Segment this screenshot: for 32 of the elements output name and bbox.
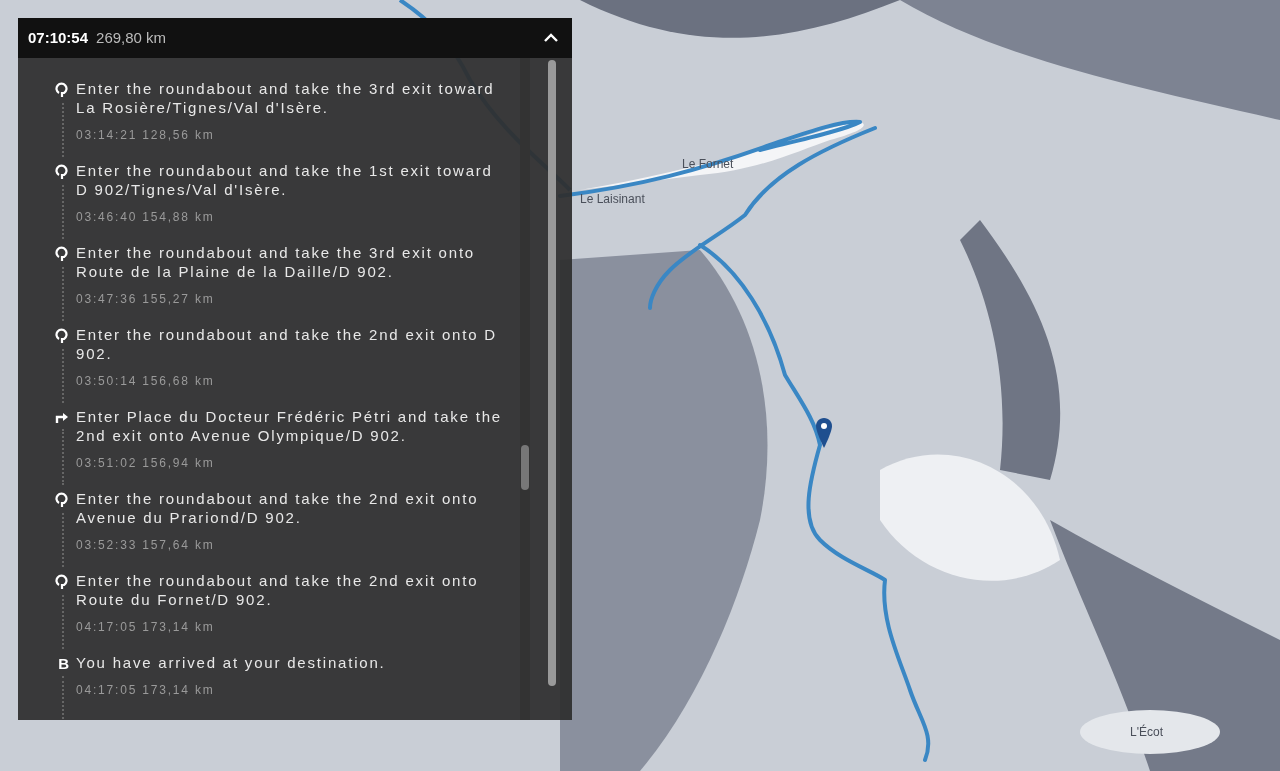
roundabout-icon xyxy=(55,82,69,98)
turn-right-icon xyxy=(55,410,69,424)
roundabout-icon xyxy=(55,328,69,344)
total-duration: 07:10:54 xyxy=(28,27,89,48)
total-distance: 269,80 km xyxy=(96,27,167,48)
step-time-distance: 03:51:02 156,94 km xyxy=(76,455,216,472)
step-instruction: Enter the roundabout and take the 1st exit toward D 902/Tignes/Val d'Isère. xyxy=(76,161,494,199)
chevron-icon xyxy=(544,33,558,43)
step-instruction: Enter the roundabout and take the 3rd exit toward La Rosière/Tignes/Val d'Isère. xyxy=(76,79,496,117)
step-time-distance: 03:14:21 128,56 km xyxy=(76,127,216,144)
step-instruction: Enter the roundabout and take the 2nd exit onto Route du Fornet/D 902. xyxy=(76,571,480,609)
roundabout-icon xyxy=(55,164,69,180)
destination-marker: B xyxy=(58,656,69,671)
place-label: Le Laisinant xyxy=(580,191,645,208)
roundabout-icon xyxy=(55,246,69,262)
map-pin-icon xyxy=(815,417,833,449)
step-instruction: Enter Place du Docteur Frédéric Pétri and take the 2nd exit onto Avenue Olympique/D 902. xyxy=(76,407,503,445)
step-time-distance: 03:46:40 154,88 km xyxy=(76,209,216,226)
scrollbar-thumb[interactable] xyxy=(521,445,529,490)
place-label: L'Écot xyxy=(1130,723,1163,741)
outer-scrollbar[interactable] xyxy=(548,60,556,686)
step-time-distance: 03:50:14 156,68 km xyxy=(76,373,216,390)
roundabout-icon xyxy=(55,574,69,590)
step-time-distance: 03:52:33 157,64 km xyxy=(76,537,216,554)
step-instruction: Enter the roundabout and take the 2nd exit onto D 902. xyxy=(76,325,498,363)
step-time-distance: 03:47:36 155,27 km xyxy=(76,291,216,308)
step-instruction: You have arrived at your destination. xyxy=(76,653,387,672)
step-time-distance: 04:17:05 173,14 km xyxy=(76,682,216,699)
roundabout-icon xyxy=(55,492,69,508)
step-time-distance: 04:17:05 173,14 km xyxy=(76,619,216,636)
step-instruction: Enter the roundabout and take the 3rd exit onto Route de la Plaine de la Daille/D 902. xyxy=(76,243,476,281)
step-instruction: Enter the roundabout and take the 2nd exit onto Avenue du Prariond/D 902. xyxy=(76,489,480,527)
